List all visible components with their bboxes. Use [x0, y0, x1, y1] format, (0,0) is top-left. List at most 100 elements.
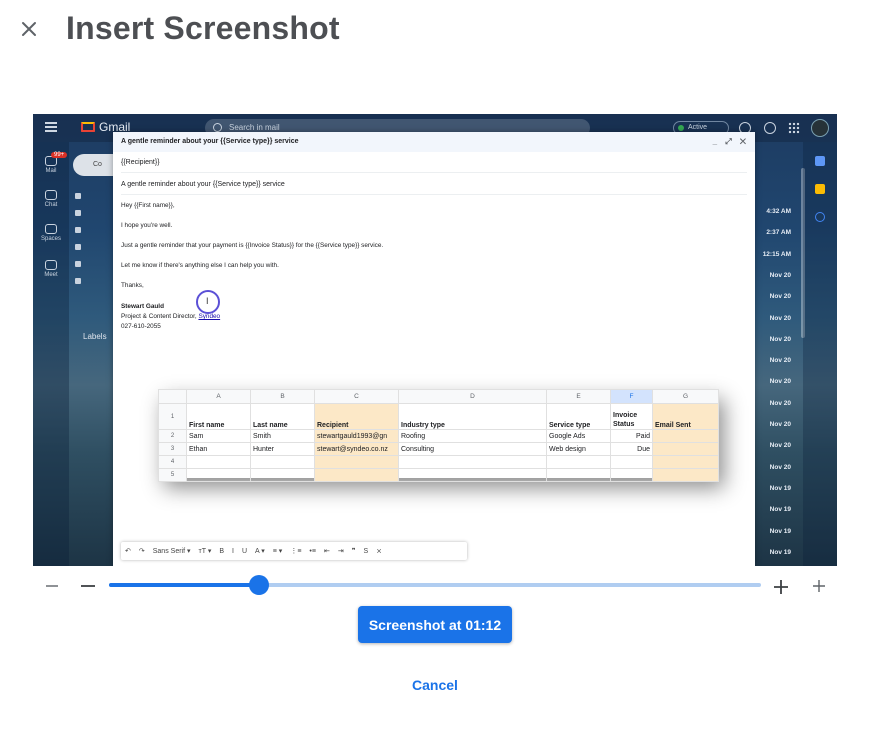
apps-icon	[788, 122, 800, 134]
col-header: D	[398, 389, 547, 404]
slider-fill	[109, 583, 259, 587]
close-icon	[22, 22, 36, 36]
body-line: Hey {{First name}},	[121, 202, 175, 209]
mail-time: Nov 20	[769, 335, 791, 343]
col-header: C	[314, 389, 399, 404]
col-header: G	[652, 389, 719, 404]
labels-heading: Labels	[83, 332, 107, 341]
format-tool: ⋮≡	[290, 548, 302, 555]
mail-time: Nov 20	[769, 314, 791, 322]
mail-time: Nov 20	[769, 463, 791, 471]
format-tool: ❞	[351, 548, 356, 555]
mail-time: Nov 20	[769, 421, 791, 428]
cancel-button[interactable]: Cancel	[395, 672, 475, 698]
compose-header: A gentle reminder about your {{Service t…	[113, 132, 755, 152]
sheet-cell: Hunter	[250, 442, 315, 456]
signature-company-link: Syndeo	[198, 313, 221, 320]
format-tool: ↷	[138, 548, 145, 555]
sidebar-row	[75, 226, 115, 234]
col-header: B	[250, 389, 315, 404]
row-number: 5	[158, 468, 187, 482]
format-tool: Sans Serif ▾	[152, 548, 191, 555]
sheet-cell	[652, 442, 719, 456]
mail-time: 2:37 AM	[766, 229, 791, 237]
sheet-cell: Consulting	[398, 442, 547, 456]
sheet-cell	[652, 455, 719, 469]
format-tool: ≡ ▾	[272, 548, 283, 555]
sheet-cell	[186, 455, 251, 469]
body-line: Let me know if there's anything else I c…	[121, 262, 279, 269]
slider-thumb[interactable]	[248, 575, 269, 595]
sheet-cell	[314, 455, 399, 469]
mail-time: Nov 20	[769, 293, 791, 301]
menu-icon	[45, 122, 57, 132]
plus-icon[interactable]	[772, 578, 790, 596]
unread-badge: 99+	[51, 152, 68, 158]
mail-time: Nov 20	[769, 357, 791, 365]
format-tool: •≡	[309, 547, 316, 555]
sheet-cell	[546, 468, 611, 482]
sheet-cell	[186, 468, 251, 482]
rail-chat: Chat	[37, 190, 65, 208]
format-tool: A ▾	[255, 548, 265, 555]
sidebar-row	[75, 260, 115, 268]
format-tool: ⨯	[376, 548, 383, 555]
mouse-cursor-highlight	[196, 290, 220, 314]
spreadsheet-overlay: A B C D E F G 1 First name Last name Rec…	[158, 389, 719, 482]
row-number: 3	[158, 442, 187, 456]
mail-time: Nov 20	[769, 271, 791, 279]
format-tool: ⇤	[323, 548, 330, 555]
body-line: I hope you're well.	[121, 222, 173, 229]
sheet-cell: Roofing	[398, 429, 547, 443]
row-number: 2	[158, 429, 187, 443]
body-line: Thanks,	[121, 282, 144, 289]
compose-window: A gentle reminder about your {{Service t…	[113, 132, 755, 566]
plus-icon[interactable]	[811, 578, 827, 594]
sidebar-row	[75, 209, 115, 217]
minus-icon[interactable]	[80, 578, 96, 594]
format-tool: I	[232, 547, 234, 555]
sidebar-row	[75, 277, 115, 285]
sheet-cell	[314, 468, 399, 482]
tasks-icon	[815, 212, 825, 222]
sheet-cell: Google Ads	[546, 429, 611, 443]
rail-spaces: Spaces	[37, 224, 65, 242]
format-tool: тT ▾	[198, 548, 212, 555]
sheet-cell	[610, 455, 653, 469]
mail-time: Nov 19	[769, 527, 791, 535]
mail-time: Nov 20	[769, 378, 791, 386]
screenshot-button[interactable]: Screenshot at 01:12	[358, 606, 512, 643]
signature-phone: 027-610-2055	[121, 323, 161, 330]
sheet-cell: Smith	[250, 429, 315, 443]
row-number: 1	[158, 403, 187, 430]
sheet-cell	[610, 468, 653, 482]
mail-time: Nov 20	[769, 399, 791, 407]
mail-time: Nov 19	[769, 506, 791, 514]
dialog-title: Insert Screenshot	[66, 10, 340, 46]
close-button[interactable]	[16, 16, 42, 42]
recipient-field: {{Recipient}}	[121, 153, 747, 173]
format-tool: S	[363, 547, 369, 555]
gear-icon	[764, 122, 776, 134]
format-tool: ↶	[125, 548, 131, 555]
timeline-slider[interactable]	[109, 575, 761, 595]
sheet-cell	[652, 468, 719, 482]
sheet-cell	[398, 455, 547, 469]
signature-role: Project & Content Director, Syndeo	[121, 313, 221, 320]
sheet-header-cell: Email Sent	[652, 403, 719, 430]
rail-mail: Mail	[37, 156, 65, 174]
mail-times: 4:32 AM 2:37 AM 12:15 AM Nov 20 Nov 20 Nov 20…	[753, 142, 799, 566]
sheet-cell: stewart@syndeo.co.nz	[314, 442, 399, 456]
mail-time: Nov 20	[769, 442, 791, 450]
window-controls: _ ⤢ ✕	[712, 137, 749, 146]
sheet-header-cell: Last name	[250, 403, 315, 430]
sidebar-row	[75, 192, 115, 200]
format-tool: B	[219, 547, 225, 555]
sheet-cell: Ethan	[186, 442, 251, 456]
calendar-icon	[815, 156, 825, 166]
gmail-right-rail	[803, 142, 837, 566]
subject-field: A gentle reminder about your {{Service t…	[121, 175, 747, 195]
keep-icon	[815, 184, 825, 194]
format-tool: U	[241, 547, 248, 555]
minus-icon[interactable]	[44, 578, 60, 594]
